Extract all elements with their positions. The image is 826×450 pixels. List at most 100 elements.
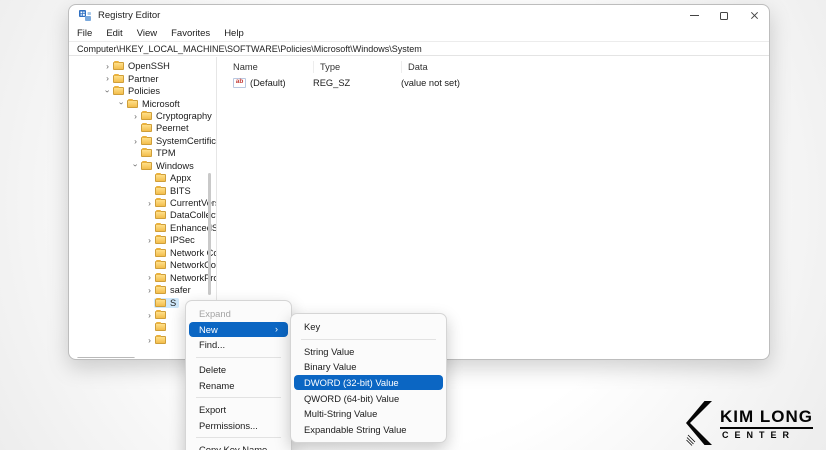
menubar-item-help[interactable]: Help <box>224 28 244 39</box>
minimize-button[interactable] <box>679 5 709 26</box>
tree-item-windows[interactable]: › Windows <box>69 160 216 172</box>
value-type: REG_SZ <box>313 78 401 88</box>
menubar-item-edit[interactable]: Edit <box>106 28 122 39</box>
chevron-closed-icon[interactable]: › <box>145 336 154 345</box>
folder-icon <box>155 174 166 182</box>
context-menu-item-copy-key-name[interactable]: Copy Key Name <box>189 442 288 450</box>
value-row-default[interactable]: (Default)REG_SZ(value not set) <box>217 75 769 90</box>
submenu-item-qword-64-bit-value[interactable]: QWORD (64-bit) Value <box>294 390 443 406</box>
context-menu-separator <box>196 357 281 358</box>
tree-item-enhanceds[interactable]: EnhancedS <box>69 222 216 234</box>
context-menu-item-label: New <box>199 324 218 335</box>
tree-item-appx[interactable]: Appx <box>69 172 216 184</box>
maximize-button[interactable] <box>709 5 739 26</box>
tree-item-peernet[interactable]: Peernet <box>69 122 216 134</box>
tree-item-label: Appx <box>170 173 191 183</box>
tree-vertical-scrollbar[interactable] <box>208 173 211 295</box>
tree-item-body: Peernet <box>140 123 192 133</box>
tree-item-datacollect[interactable]: DataCollect <box>69 209 216 221</box>
address-bar[interactable]: Computer\HKEY_LOCAL_MACHINE\SOFTWARE\Pol… <box>69 41 769 56</box>
logo-line1: KIM LONG <box>720 408 813 425</box>
tree-item-body: Policies <box>112 86 163 96</box>
tree-item-currentvers[interactable]: ›CurrentVers <box>69 197 216 209</box>
menubar-item-file[interactable]: File <box>77 28 92 39</box>
tree-item-partner[interactable]: ›Partner <box>69 72 216 84</box>
tree-item-body: NetworkCo <box>154 260 216 270</box>
tree-item-label: SystemCertific <box>156 136 216 146</box>
chevron-open-icon[interactable]: › <box>117 99 126 108</box>
tree-item-label: Windows <box>156 161 194 171</box>
context-menu-item-permissions[interactable]: Permissions... <box>189 418 288 434</box>
context-menu-item-rename[interactable]: Rename <box>189 377 288 393</box>
folder-icon <box>155 286 166 294</box>
context-menu-item-find[interactable]: Find... <box>189 337 288 353</box>
chevron-closed-icon[interactable]: › <box>145 236 154 245</box>
tree-item-microsoft[interactable]: › Microsoft <box>69 97 216 109</box>
tree-item-safer[interactable]: ›safer <box>69 284 216 296</box>
close-button[interactable] <box>739 5 769 26</box>
tree-item-label: IPSec <box>170 235 195 245</box>
submenu-item-binary-value[interactable]: Binary Value <box>294 359 443 375</box>
value-name-cell: (Default) <box>233 78 313 88</box>
list-header: NameTypeData <box>217 59 769 75</box>
registry-editor-icon <box>79 10 91 22</box>
submenu-item-expandable-string-value[interactable]: Expandable String Value <box>294 422 443 438</box>
tree-item-body: SystemCertific <box>140 136 216 146</box>
folder-icon <box>155 199 166 207</box>
tree-item-network-co[interactable]: Network Co <box>69 247 216 259</box>
tree-horizontal-scrollbar[interactable] <box>77 357 135 358</box>
tree-item-tpm[interactable]: TPM <box>69 147 216 159</box>
submenu-item-dword-32-bit-value[interactable]: DWORD (32-bit) Value <box>294 375 443 391</box>
column-header-type[interactable]: Type <box>313 61 401 73</box>
chevron-closed-icon[interactable]: › <box>103 62 112 71</box>
tree-item-cryptography[interactable]: ›Cryptography <box>69 110 216 122</box>
folder-icon <box>127 100 138 108</box>
tree-item-ipsec[interactable]: › IPSec <box>69 234 216 246</box>
new-submenu: Key String ValueBinary Value DWORD (32-bit… <box>290 313 447 443</box>
tree-item-policies[interactable]: › Policies <box>69 85 216 97</box>
registry-editor-window: Registry Editor File Edit View Favorites Hel… <box>68 4 770 360</box>
chevron-closed-icon[interactable]: › <box>145 199 154 208</box>
tree-item-body: OpenSSH <box>112 61 173 71</box>
context-menu-item-delete[interactable]: Delete <box>189 362 288 378</box>
submenu-separator <box>301 339 436 340</box>
submenu-item-label: DWORD (32-bit) Value <box>304 377 399 388</box>
tree-item-networkpro[interactable]: ›NetworkPro <box>69 271 216 283</box>
folder-icon <box>155 249 166 257</box>
folder-icon <box>155 299 166 307</box>
tree-item-body: Microsoft <box>126 99 183 109</box>
folder-icon <box>155 261 166 269</box>
chevron-open-icon[interactable]: › <box>131 161 140 170</box>
tree-item-body: TPM <box>140 148 179 158</box>
context-menu: ExpandNew›Find...DeleteRenameExportPermi… <box>185 300 292 450</box>
folder-icon <box>113 75 124 83</box>
folder-icon <box>155 311 166 319</box>
chevron-closed-icon[interactable]: › <box>103 74 112 83</box>
submenu-item-key[interactable]: Key <box>294 319 443 335</box>
chevron-closed-icon[interactable]: › <box>145 286 154 295</box>
tree-item-openssh[interactable]: ›OpenSSH <box>69 60 216 72</box>
titlebar[interactable]: Registry Editor <box>69 5 769 26</box>
tree-item-label: Policies <box>128 86 160 96</box>
submenu-item-multi-string-value[interactable]: Multi-String Value <box>294 406 443 422</box>
context-menu-item-label: Rename <box>199 380 234 391</box>
menubar-item-favorites[interactable]: Favorites <box>171 28 210 39</box>
chevron-closed-icon[interactable]: › <box>145 311 154 320</box>
tree-item-networkco[interactable]: NetworkCo <box>69 259 216 271</box>
tree-item-systemcertific[interactable]: › SystemCertific <box>69 135 216 147</box>
column-header-data[interactable]: Data <box>401 61 769 73</box>
context-menu-item-export[interactable]: Export <box>189 402 288 418</box>
tree-item-label: Microsoft <box>142 99 180 109</box>
chevron-closed-icon[interactable]: › <box>145 273 154 282</box>
submenu-item-string-value[interactable]: String Value <box>294 344 443 360</box>
chevron-closed-icon[interactable]: › <box>131 112 140 121</box>
context-menu-item-new[interactable]: New› <box>189 322 288 338</box>
context-menu-item-label: Find... <box>199 339 225 350</box>
folder-icon <box>155 211 166 219</box>
folder-icon <box>155 187 166 195</box>
chevron-open-icon[interactable]: › <box>103 87 112 96</box>
menubar-item-view[interactable]: View <box>137 28 157 39</box>
chevron-closed-icon[interactable]: › <box>131 137 140 146</box>
tree-item-bits[interactable]: BITS <box>69 184 216 196</box>
column-header-name[interactable]: Name <box>233 61 313 73</box>
